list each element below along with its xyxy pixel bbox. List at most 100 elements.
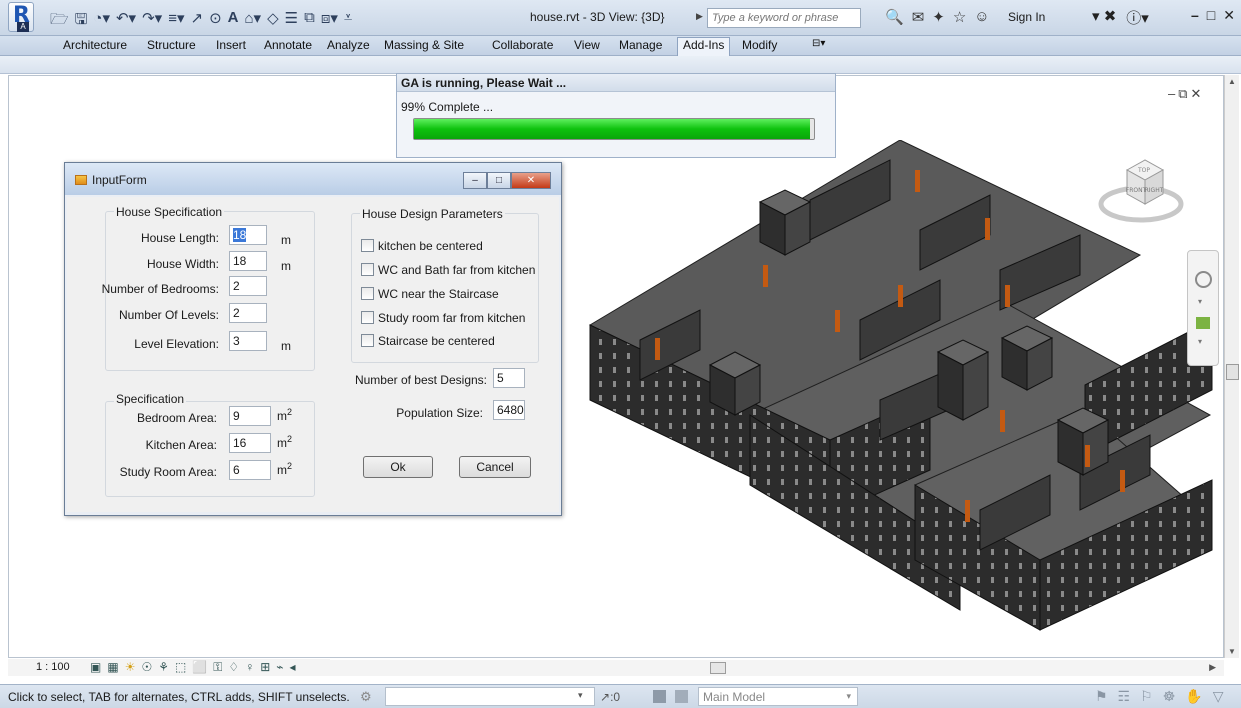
checkbox-icon[interactable] [361,311,374,324]
workset-dropdown-arrow-icon[interactable]: ▾ [578,690,583,701]
worksets-icon[interactable]: ⚙ [360,689,372,705]
customize-qat-icon[interactable]: ⩡ [344,9,352,34]
ribbon-minimize-icon[interactable]: ⊟▾ [812,38,825,49]
nav-dropdown-icon[interactable]: ▾ [1198,297,1202,306]
design-model-dropdown[interactable]: Main Model ▾ [698,687,858,706]
filter-icon[interactable]: ▽ [1213,688,1224,705]
house-length-input[interactable]: 18 [229,225,267,245]
sun-path-icon[interactable]: ☀ [125,660,136,675]
crop-view-icon[interactable]: ⬚ [175,660,186,675]
form-maximize-button[interactable]: □ [487,172,511,189]
text-icon[interactable]: A [228,9,239,34]
section-icon[interactable]: ◇ [267,9,279,34]
measure-icon[interactable]: ≡▾ [168,9,184,34]
scroll-up-icon[interactable]: ▲ [1228,77,1236,86]
undo-icon[interactable]: ↶▾ [116,9,136,34]
horizontal-scroll-thumb[interactable] [710,662,726,674]
wc-bath-far-checkbox[interactable]: WC and Bath far from kitchen [361,263,535,277]
user-icon[interactable]: ☺ [974,8,989,26]
switch-windows-icon[interactable]: ⧈▾ [321,9,338,34]
tag-icon[interactable]: ⊙ [209,9,222,34]
study-area-input[interactable]: 6 [229,460,271,480]
redo-icon[interactable]: ↷▾ [142,9,162,34]
zoom-dropdown-icon[interactable]: ▾ [1198,337,1202,346]
design-options-icon[interactable] [653,690,666,703]
active-option-icon[interactable] [675,690,688,703]
3d-view-icon[interactable]: ⌂▾ [245,9,262,34]
detail-level-icon[interactable]: ▣ [90,660,101,675]
house-width-input[interactable]: 18 [229,251,267,271]
steering-wheel-icon[interactable] [1195,271,1212,288]
zoom-icon[interactable] [1196,317,1210,329]
tab-view[interactable]: View [574,38,600,52]
bedrooms-input[interactable]: 2 [229,276,267,296]
level-elevation-input[interactable]: 3 [229,331,267,351]
checkbox-icon[interactable] [361,263,374,276]
tab-insert[interactable]: Insert [216,38,246,52]
tab-add-ins[interactable]: Add-Ins [677,37,731,56]
tab-analyze[interactable]: Analyze [327,38,370,52]
tab-modify[interactable]: Modify [742,38,777,52]
kitchen-area-input[interactable]: 16 [229,433,271,453]
scroll-down-icon[interactable]: ▼ [1228,647,1236,656]
binoculars-icon[interactable]: 🔍 [885,8,904,26]
vertical-scroll-thumb[interactable] [1226,364,1239,380]
model-dropdown-arrow-icon[interactable]: ▾ [846,691,851,702]
maximize-icon[interactable]: □ [1207,7,1215,24]
temp-hide-icon[interactable]: ♢ [228,660,239,675]
study-far-checkbox[interactable]: Study room far from kitchen [361,311,525,325]
save-icon[interactable]: 🖫 [75,9,88,34]
sync-icon[interactable]: ◔▾ [93,9,110,34]
checkbox-icon[interactable] [361,239,374,252]
cancel-button[interactable]: Cancel [459,456,531,478]
bedroom-area-input[interactable]: 9 [229,406,271,426]
scroll-right-icon[interactable]: ▶ [1209,662,1216,673]
form-close-button[interactable]: ✕ [511,172,551,189]
application-menu-button[interactable]: R A [8,2,34,32]
view-scale[interactable]: 1 : 100 [36,661,70,673]
tab-annotate[interactable]: Annotate [264,38,312,52]
view-minimize-icon[interactable]: – [1168,86,1178,101]
thin-lines-icon[interactable]: ☰ [285,9,298,34]
scroll-left-icon[interactable]: ◂ [289,660,295,675]
visual-style-icon[interactable]: ▦ [107,660,118,675]
close-icon[interactable]: ✕ [1223,7,1235,24]
communication-icon[interactable]: ✦ [932,8,945,26]
highlight-icon[interactable]: ⌁ [276,660,283,675]
horizontal-scrollbar[interactable]: ▶ [330,660,1224,676]
help-icon[interactable]: ⓘ▾ [1126,7,1149,28]
view-restore-icon[interactable]: ⧉ [1178,86,1190,101]
tab-collaborate[interactable]: Collaborate [492,38,553,52]
tab-manage[interactable]: Manage [619,38,662,52]
view-close-icon[interactable]: ✕ [1191,86,1205,101]
population-size-input[interactable]: 6480 [493,400,525,420]
levels-input[interactable]: 2 [229,303,267,323]
staircase-centered-checkbox[interactable]: Staircase be centered [361,334,495,348]
checkbox-icon[interactable] [361,334,374,347]
tab-structure[interactable]: Structure [147,38,196,52]
vertical-scrollbar[interactable]: ▲ ▼ [1224,75,1239,658]
minimize-icon[interactable]: – [1191,7,1199,24]
dimension-icon[interactable]: ↗ [191,9,204,34]
expand-search-icon[interactable]: ▶ [696,11,703,22]
checkbox-icon[interactable] [361,287,374,300]
ok-button[interactable]: Ok [363,456,433,478]
tab-massing-site[interactable]: Massing & Site [384,38,464,52]
drag-elements-icon[interactable]: ✋ [1185,688,1202,705]
wc-near-stair-checkbox[interactable]: WC near the Staircase [361,287,499,301]
render-icon[interactable]: ⚘ [158,660,169,675]
form-minimize-button[interactable]: – [463,172,487,189]
best-designs-input[interactable]: 5 [493,368,525,388]
select-underlay-icon[interactable]: ☶ [1118,688,1131,705]
sign-in-link[interactable]: Sign In [1008,10,1045,24]
viewcube[interactable]: TOP FRONT RIGHT [1097,152,1185,232]
tab-architecture[interactable]: Architecture [63,38,127,52]
select-by-face-icon[interactable]: ☸ [1163,688,1176,705]
close-hidden-icon[interactable]: ⧉ [304,9,315,34]
workset-dropdown[interactable] [385,687,595,706]
open-icon[interactable]: 🗁 [50,9,69,34]
analysis-icon[interactable]: ⊞ [260,660,270,675]
exchange-apps-icon[interactable]: ▾ ✖ [1092,7,1116,28]
show-crop-icon[interactable]: ⬜ [192,660,207,675]
select-pinned-icon[interactable]: ⚐ [1140,688,1153,705]
